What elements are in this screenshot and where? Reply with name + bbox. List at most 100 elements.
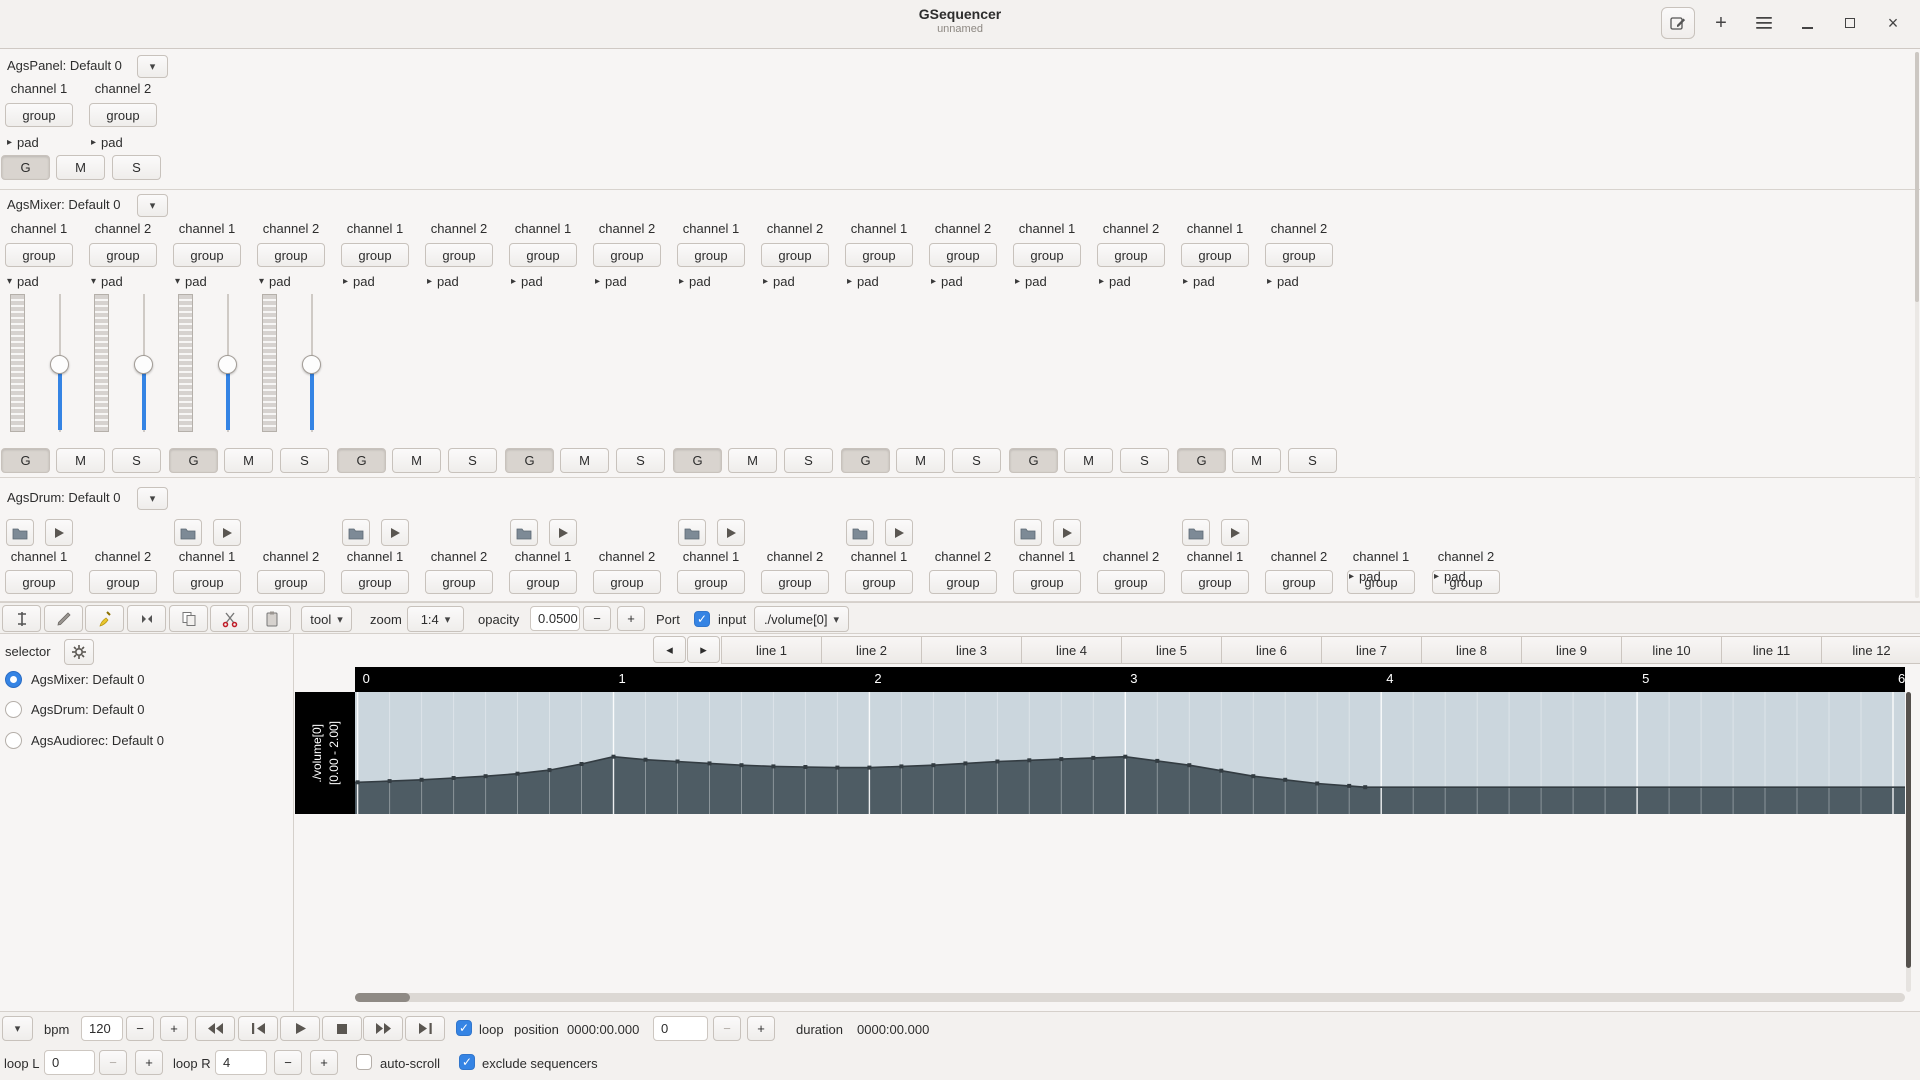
solo-toggle-button[interactable]: S xyxy=(1120,448,1169,473)
pad-expander[interactable]: ▸pad xyxy=(679,274,711,289)
selector-option[interactable]: AgsDrum: Default 0 xyxy=(5,701,144,718)
mute-toggle-button[interactable]: M xyxy=(728,448,777,473)
group-button[interactable]: group xyxy=(89,103,157,127)
loop-left-decrement-button[interactable]: − xyxy=(99,1050,127,1075)
edit-button[interactable] xyxy=(44,605,83,632)
position-increment-button[interactable]: + xyxy=(747,1016,775,1041)
automation-canvas[interactable] xyxy=(355,692,1905,814)
playback-menu-dropdown[interactable]: ▾ xyxy=(2,1016,33,1041)
pad-expander[interactable]: ▸pad xyxy=(1349,569,1381,584)
group-button[interactable]: group xyxy=(509,243,577,267)
machines-scrollbar[interactable] xyxy=(1915,52,1919,598)
group-toggle-button[interactable]: G xyxy=(841,448,890,473)
solo-toggle-button[interactable]: S xyxy=(448,448,497,473)
tabs-scroll-right-button[interactable]: ▸ xyxy=(687,636,720,663)
select-button[interactable] xyxy=(127,605,166,632)
pad-expander[interactable]: ▸pad xyxy=(1267,274,1299,289)
solo-toggle-button[interactable]: S xyxy=(784,448,833,473)
pad-expander[interactable]: ▸pad xyxy=(931,274,963,289)
group-button[interactable]: group xyxy=(1181,243,1249,267)
solo-toggle-button[interactable]: S xyxy=(112,448,161,473)
solo-toggle-button[interactable]: S xyxy=(112,155,161,180)
mute-toggle-button[interactable]: M xyxy=(1232,448,1281,473)
scrollbar-thumb[interactable] xyxy=(355,993,410,1002)
loop-left-increment-button[interactable]: + xyxy=(135,1050,163,1075)
opacity-value[interactable]: 0.0500 xyxy=(530,606,580,631)
group-toggle-button[interactable]: G xyxy=(1177,448,1226,473)
volume-fader-handle[interactable] xyxy=(134,355,153,374)
add-machine-button[interactable]: + xyxy=(1704,7,1738,39)
volume-fader-handle[interactable] xyxy=(50,355,69,374)
loop-checkbox[interactable] xyxy=(456,1020,472,1036)
automation-line-tab[interactable]: line 3 xyxy=(921,636,1022,664)
editor-vertical-scrollbar[interactable] xyxy=(1906,692,1911,992)
volume-fader-handle[interactable] xyxy=(218,355,237,374)
pad-expander[interactable]: ▾pad xyxy=(7,274,39,289)
group-button[interactable]: group xyxy=(677,243,745,267)
mute-toggle-button[interactable]: M xyxy=(896,448,945,473)
position-button[interactable] xyxy=(2,605,41,632)
pad-expander[interactable]: ▸pad xyxy=(763,274,795,289)
automation-line-tab[interactable]: line 11 xyxy=(1721,636,1822,664)
copy-button[interactable] xyxy=(169,605,208,632)
mute-toggle-button[interactable]: M xyxy=(56,155,105,180)
previous-button[interactable] xyxy=(238,1016,278,1041)
group-button[interactable]: group xyxy=(89,243,157,267)
clear-button[interactable] xyxy=(85,605,124,632)
mute-toggle-button[interactable]: M xyxy=(560,448,609,473)
mute-toggle-button[interactable]: M xyxy=(1064,448,1113,473)
bpm-decrement-button[interactable]: − xyxy=(126,1016,154,1041)
group-toggle-button[interactable]: G xyxy=(337,448,386,473)
pad-expander[interactable]: ▸pad xyxy=(1099,274,1131,289)
group-toggle-button[interactable]: G xyxy=(1009,448,1058,473)
primary-menu-button[interactable] xyxy=(1747,7,1781,39)
automation-line-tab[interactable]: line 12 xyxy=(1821,636,1920,664)
close-button[interactable]: × xyxy=(1876,7,1910,39)
loop-right-decrement-button[interactable]: − xyxy=(274,1050,302,1075)
group-button[interactable]: group xyxy=(425,243,493,267)
scrollbar-thumb[interactable] xyxy=(1906,692,1911,968)
group-toggle-button[interactable]: G xyxy=(1,155,50,180)
pad-expander[interactable]: ▾pad xyxy=(91,274,123,289)
maximize-button[interactable] xyxy=(1833,7,1867,39)
next-button[interactable] xyxy=(405,1016,445,1041)
volume-fader-handle[interactable] xyxy=(302,355,321,374)
automation-line-tab[interactable]: line 1 xyxy=(721,636,822,664)
exclude-sequencers-checkbox[interactable] xyxy=(459,1054,475,1070)
pad-expander[interactable]: ▸pad xyxy=(511,274,543,289)
mute-toggle-button[interactable]: M xyxy=(392,448,441,473)
automation-line-tab[interactable]: line 7 xyxy=(1321,636,1422,664)
auto-scroll-checkbox[interactable] xyxy=(356,1054,372,1070)
group-toggle-button[interactable]: G xyxy=(1,448,50,473)
stop-button[interactable] xyxy=(322,1016,362,1041)
solo-toggle-button[interactable]: S xyxy=(616,448,665,473)
group-toggle-button[interactable]: G xyxy=(673,448,722,473)
edit-note-button[interactable] xyxy=(1661,7,1695,39)
group-toggle-button[interactable]: G xyxy=(169,448,218,473)
forward-button[interactable] xyxy=(363,1016,403,1041)
automation-line-tab[interactable]: line 5 xyxy=(1121,636,1222,664)
group-button[interactable]: group xyxy=(593,243,661,267)
mute-toggle-button[interactable]: M xyxy=(224,448,273,473)
pad-expander[interactable]: ▸pad xyxy=(1434,569,1466,584)
group-button[interactable]: group xyxy=(341,243,409,267)
selector-option[interactable]: AgsAudiorec: Default 0 xyxy=(5,732,164,749)
loop-right-increment-button[interactable]: + xyxy=(310,1050,338,1075)
paste-button[interactable] xyxy=(252,605,291,632)
radio-button[interactable] xyxy=(5,701,22,718)
pad-expander[interactable]: ▸pad xyxy=(427,274,459,289)
group-button[interactable]: group xyxy=(1265,243,1333,267)
automation-line-tab[interactable]: line 9 xyxy=(1521,636,1622,664)
group-button[interactable]: group xyxy=(5,103,73,127)
automation-line-tab[interactable]: line 6 xyxy=(1221,636,1322,664)
automation-line-tab[interactable]: line 4 xyxy=(1021,636,1122,664)
pad-expander[interactable]: ▸pad xyxy=(7,135,39,150)
pad-expander[interactable]: ▸pad xyxy=(847,274,879,289)
tabs-scroll-left-button[interactable]: ◂ xyxy=(653,636,686,663)
opacity-increment-button[interactable]: + xyxy=(617,606,645,631)
pad-expander[interactable]: ▸pad xyxy=(595,274,627,289)
group-button[interactable]: group xyxy=(1097,243,1165,267)
group-button[interactable]: group xyxy=(761,243,829,267)
automation-line-tab[interactable]: line 8 xyxy=(1421,636,1522,664)
group-button[interactable]: group xyxy=(1013,243,1081,267)
